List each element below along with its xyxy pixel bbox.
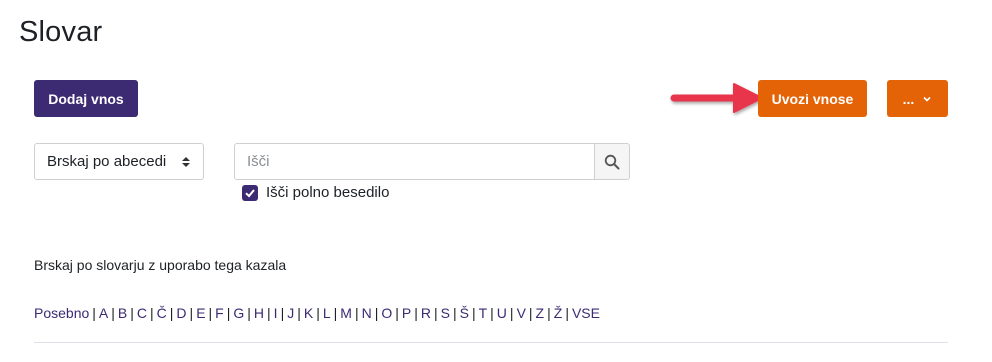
fulltext-label: Išči polno besedilo xyxy=(266,184,390,201)
index-separator: | xyxy=(354,305,359,321)
browse-mode-select[interactable]: Brskaj po abecedi xyxy=(34,143,204,180)
index-separator: | xyxy=(189,305,194,321)
index-letter-link[interactable]: D xyxy=(176,305,186,321)
index-letter-link[interactable]: S xyxy=(441,305,450,321)
divider xyxy=(34,342,948,343)
more-actions-button[interactable]: ... xyxy=(887,80,948,117)
add-entry-button[interactable]: Dodaj vnos xyxy=(34,80,138,117)
index-letter-link[interactable]: T xyxy=(479,305,488,321)
check-icon xyxy=(245,188,255,197)
page-title: Slovar xyxy=(19,16,103,48)
index-letter-link[interactable]: J xyxy=(287,305,294,321)
chevron-down-icon xyxy=(923,96,931,102)
index-separator: | xyxy=(490,305,494,321)
index-letter-link[interactable]: G xyxy=(233,305,244,321)
index-separator: | xyxy=(208,305,213,321)
index-letter-link[interactable]: Z xyxy=(536,305,545,321)
search-icon xyxy=(604,154,620,169)
annotation-arrow-icon xyxy=(670,83,763,113)
index-separator: | xyxy=(433,305,438,321)
index-letter-link[interactable]: B xyxy=(118,305,127,321)
index-letter-link[interactable]: Č xyxy=(157,305,167,321)
index-separator: | xyxy=(130,305,134,321)
index-separator: | xyxy=(471,305,476,321)
search-input[interactable] xyxy=(234,143,595,180)
index-separator: | xyxy=(565,305,569,321)
index-separator: | xyxy=(452,305,457,321)
index-letter-link[interactable]: U xyxy=(497,305,507,321)
search-button[interactable] xyxy=(594,143,630,180)
index-separator: | xyxy=(316,305,320,321)
index-letter-link[interactable]: Ž xyxy=(554,305,563,321)
index-intro: Brskaj po slovarju z uporabo tega kazala xyxy=(34,257,287,273)
index-separator: | xyxy=(280,305,285,321)
index-letter-link[interactable]: F xyxy=(215,305,224,321)
index-separator: | xyxy=(226,305,231,321)
index-separator: | xyxy=(169,305,174,321)
fulltext-checkbox[interactable] xyxy=(242,184,258,201)
index-letter-link[interactable]: N xyxy=(362,305,372,321)
index-separator: | xyxy=(547,305,551,321)
index-letter-link[interactable]: K xyxy=(304,305,313,321)
index-separator: | xyxy=(92,305,96,321)
index-letter-link[interactable]: L xyxy=(323,305,331,321)
glossary-page: Slovar Dodaj vnos Uvozi vnose ... Brskaj… xyxy=(0,0,992,362)
index-separator: | xyxy=(395,305,399,321)
index-letter-link[interactable]: E xyxy=(196,305,205,321)
index-separator: | xyxy=(297,305,301,321)
index-letter-link[interactable]: P xyxy=(402,305,411,321)
index-letter-link[interactable]: R xyxy=(421,305,431,321)
index-letter-link[interactable]: A xyxy=(99,305,108,321)
index-separator: | xyxy=(111,305,115,321)
browse-mode-value: Brskaj po abecedi xyxy=(47,153,167,170)
import-entries-button[interactable]: Uvozi vnose xyxy=(758,80,867,117)
index-letter-link[interactable]: O xyxy=(381,305,392,321)
index-separator: | xyxy=(150,305,154,321)
index-letter-link[interactable]: VSE xyxy=(572,305,600,321)
fulltext-option[interactable]: Išči polno besedilo xyxy=(242,184,389,201)
more-actions-label: ... xyxy=(902,90,915,107)
index-letter-link[interactable]: I xyxy=(274,305,278,321)
index-separator: | xyxy=(509,305,514,321)
index-letter-link[interactable]: Posebno xyxy=(34,305,89,321)
index-separator: | xyxy=(333,305,338,321)
index-separator: | xyxy=(528,305,533,321)
index-letter-link[interactable]: V xyxy=(517,305,526,321)
index-letter-link[interactable]: C xyxy=(137,305,147,321)
index-separator: | xyxy=(374,305,379,321)
index-separator: | xyxy=(267,305,271,321)
alphabet-index: Posebno | A | B | C | Č | D | E | F | G | H | I | J | K | L | M | N | O |… xyxy=(34,305,600,321)
index-letter-link[interactable]: Š xyxy=(460,305,469,321)
index-letter-link[interactable]: H xyxy=(254,305,264,321)
updown-icon xyxy=(182,157,190,167)
index-separator: | xyxy=(414,305,418,321)
index-separator: | xyxy=(247,305,251,321)
index-letter-link[interactable]: M xyxy=(340,305,352,321)
